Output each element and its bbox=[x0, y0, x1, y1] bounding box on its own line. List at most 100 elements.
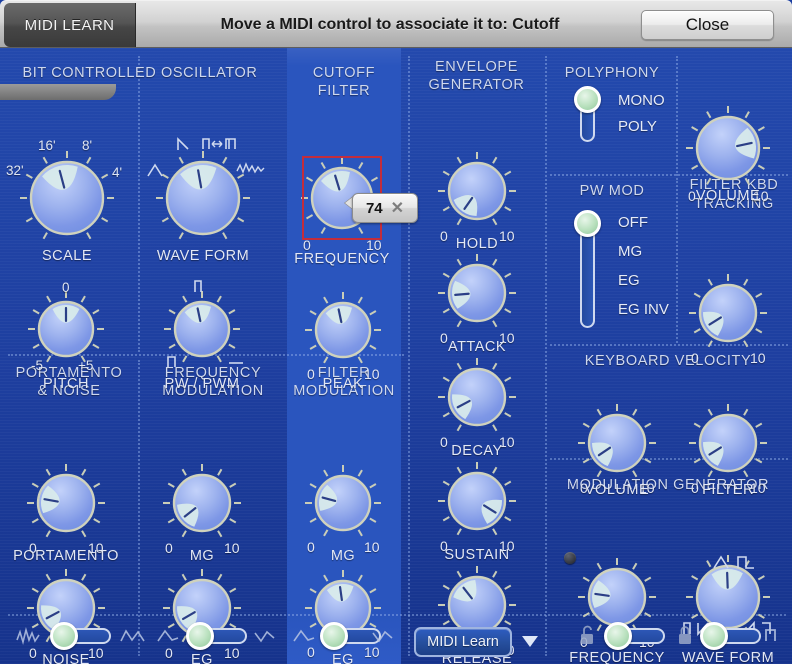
eg-bottom-slider-1[interactable] bbox=[186, 622, 250, 650]
knob-frequency_cut-caption: FREQUENCY bbox=[294, 251, 390, 267]
square-wave-icon-bottom bbox=[765, 629, 776, 641]
section-title-envelope-1: ENVELOPE bbox=[435, 59, 518, 75]
pwmod-option-off[interactable]: OFF bbox=[618, 214, 648, 231]
knob-portamento[interactable] bbox=[25, 462, 107, 544]
eg-bottom-slider-2-thumb[interactable] bbox=[320, 622, 348, 650]
knob-attack-caption: ATTACK bbox=[447, 339, 507, 355]
noise-wave-icon bbox=[236, 162, 265, 174]
polyphony-option-mono[interactable]: MONO bbox=[618, 92, 665, 109]
smooth-wave-icon-bottom-left bbox=[120, 629, 145, 642]
knob-scale[interactable] bbox=[18, 149, 116, 247]
knob-hold[interactable] bbox=[436, 150, 518, 232]
ramp-wave-icon bbox=[177, 137, 189, 150]
divider-bottom-bar bbox=[8, 614, 786, 616]
knob-decay-caption: DECAY bbox=[451, 443, 503, 459]
pitch-label-max: +5 bbox=[78, 358, 94, 373]
knob-fm_mg-caption: MG bbox=[189, 548, 215, 564]
titlebar-notch bbox=[0, 84, 116, 100]
dip-wave-icon-bottom-3 bbox=[372, 630, 393, 643]
divider-col4 bbox=[545, 56, 547, 656]
knob-pitch[interactable] bbox=[26, 289, 106, 369]
knob-decay[interactable] bbox=[436, 356, 518, 438]
pwmod-slider[interactable] bbox=[572, 210, 612, 336]
knob-peak[interactable] bbox=[303, 290, 383, 370]
section-title-cutoff: CUTOFF FILTER bbox=[312, 65, 376, 99]
scale-label-4: 4' bbox=[112, 165, 123, 180]
pwmod-option-eg[interactable]: EG bbox=[618, 272, 640, 289]
section-title-bco: BIT CONTROLLED OSCILLATOR bbox=[22, 65, 258, 81]
midi-learn-tab[interactable]: MIDI LEARN bbox=[4, 3, 136, 47]
section-title-polyphony: POLYPHONY bbox=[564, 65, 660, 81]
close-button[interactable]: Close bbox=[641, 10, 774, 40]
polyphony-slider[interactable] bbox=[572, 86, 612, 150]
polyphony-option-poly[interactable]: POLY bbox=[618, 118, 657, 135]
lock-bottom-slider[interactable] bbox=[604, 622, 668, 650]
modulation-generator-led bbox=[564, 552, 576, 564]
knob-sustain[interactable] bbox=[436, 460, 518, 542]
scale-label-8: 8' bbox=[82, 138, 93, 153]
waveform-bottom-slider[interactable] bbox=[700, 622, 764, 650]
knob-fm_mg[interactable] bbox=[161, 462, 243, 544]
knob-kv_filter-caption: FILTER bbox=[702, 482, 754, 498]
ramp-wave-icon-bottom-2 bbox=[157, 629, 179, 642]
knob-kv_volume[interactable] bbox=[576, 402, 658, 484]
polyphony-slider-thumb[interactable] bbox=[574, 86, 601, 113]
divider-col3 bbox=[408, 56, 410, 656]
noise-bottom-slider-thumb[interactable] bbox=[50, 622, 78, 650]
value-badge[interactable]: 74 ✕ bbox=[352, 193, 418, 223]
pwmod-slider-thumb[interactable] bbox=[574, 210, 601, 237]
section-title-envelope-2: GENERATOR bbox=[428, 77, 525, 93]
knob-volume-caption: VOLUME bbox=[695, 188, 761, 204]
mg-triangle-icon bbox=[713, 555, 729, 569]
noise-bottom-slider[interactable] bbox=[50, 622, 114, 650]
knob-waveform-caption: WAVE FORM bbox=[156, 248, 250, 264]
noise-wave-icon-bottom-left bbox=[16, 626, 40, 646]
scale-label-16: 16' bbox=[38, 138, 56, 153]
triangle-wave-icon bbox=[147, 163, 163, 177]
divider-col1 bbox=[138, 56, 140, 352]
lock-icon[interactable] bbox=[676, 624, 694, 646]
midi-learn-button-label: MIDI Learn bbox=[427, 634, 499, 650]
knob-mg_waveform-caption: WAVE FORM bbox=[681, 650, 775, 664]
window-titlebar: MIDI LEARN Move a MIDI control to associ… bbox=[0, 0, 792, 48]
pwmod-option-eginv[interactable]: EG INV bbox=[618, 301, 669, 318]
knob-attack[interactable] bbox=[436, 252, 518, 334]
knob-fm_eg-caption: EG bbox=[191, 652, 213, 664]
pitch-label-min: -5 bbox=[31, 358, 44, 373]
pulse-top-icon bbox=[194, 280, 202, 292]
knob-sustain-caption: SUSTAIN bbox=[444, 547, 510, 563]
knob-filter_kbd-max-label: 10 bbox=[750, 350, 766, 366]
knob-filter_kbd[interactable] bbox=[687, 272, 769, 354]
knob-pwpwm-caption: PW / PWM bbox=[164, 376, 240, 392]
knob-hold-caption: HOLD bbox=[455, 236, 499, 252]
divider-col5 bbox=[676, 56, 678, 176]
chevron-down-icon[interactable] bbox=[522, 636, 538, 647]
synth-panel: BIT CONTROLLED OSCILLATOR CUTOFF FILTER … bbox=[0, 48, 792, 664]
midi-learn-window: MIDI LEARN Move a MIDI control to associ… bbox=[0, 0, 792, 664]
scale-label-32: 32' bbox=[6, 163, 24, 178]
waveform-bottom-slider-thumb[interactable] bbox=[700, 622, 728, 650]
eg-bottom-slider-1-thumb[interactable] bbox=[186, 622, 214, 650]
knob-filtmod_mg[interactable] bbox=[303, 463, 383, 543]
pwmod-option-mg[interactable]: MG bbox=[618, 243, 642, 260]
close-icon[interactable]: ✕ bbox=[391, 198, 404, 218]
lock-bottom-slider-thumb[interactable] bbox=[604, 622, 632, 650]
pitch-label-top: 0 bbox=[62, 280, 70, 295]
close-button-label: Close bbox=[685, 15, 730, 34]
dip-wave-icon-bottom-2 bbox=[254, 630, 275, 643]
midi-learn-message: Move a MIDI control to associate it to: … bbox=[220, 16, 560, 33]
pulse-left-icon bbox=[167, 356, 176, 367]
knob-filter_kbd-min-label: 0 bbox=[691, 350, 699, 366]
midi-learn-button[interactable]: MIDI Learn bbox=[414, 627, 512, 657]
pulse-width-icon bbox=[202, 138, 236, 149]
midi-learn-tab-label: MIDI LEARN bbox=[24, 16, 115, 34]
mg-square-icon bbox=[737, 556, 754, 569]
knob-volume[interactable] bbox=[684, 104, 772, 192]
knob-peak-caption: PEAK bbox=[322, 376, 364, 392]
unlock-icon[interactable] bbox=[578, 624, 596, 646]
divider-col2 bbox=[138, 360, 140, 656]
ramp-wave-icon-bottom-3 bbox=[293, 629, 315, 642]
flat-line-icon bbox=[229, 362, 243, 364]
value-badge-value: 74 bbox=[365, 199, 383, 217]
knob-kv_filter[interactable] bbox=[687, 402, 769, 484]
